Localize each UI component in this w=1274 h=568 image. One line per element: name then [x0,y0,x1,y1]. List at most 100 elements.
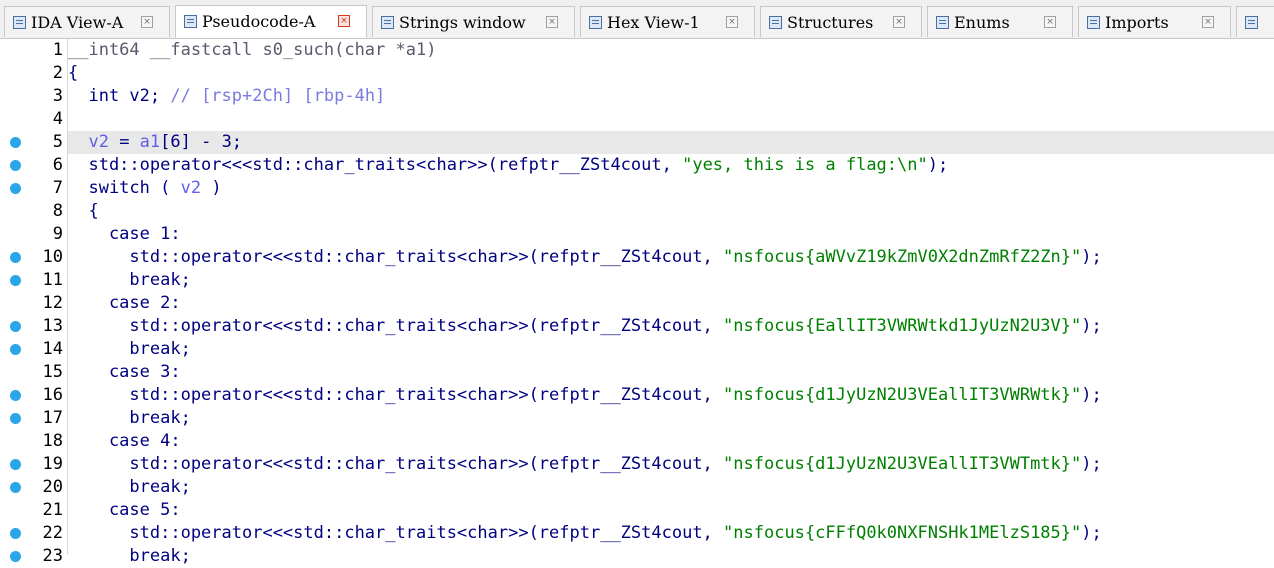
close-icon[interactable]: × [1202,16,1214,28]
code-token: "nsfocus{aWVvZ19kZmV0X2dnZmRfZ2Zn}" [723,247,1082,267]
tab-label: Strings window [399,12,526,32]
line-number: 16 [42,385,63,405]
code-text[interactable]: break; [68,338,191,361]
pseudocode-icon [184,15,197,28]
breakpoint-dot-icon[interactable] [10,275,21,286]
breakpoint-dot-icon[interactable] [10,413,21,424]
tab-enums[interactable]: Enums × [927,6,1073,37]
line-number: 3 [52,86,63,106]
code-line[interactable]: 9 case 1: [0,223,1274,246]
code-text[interactable]: std::operator<<<std::char_traits<char>>(… [68,453,1101,476]
code-line[interactable]: 2{ [0,62,1274,85]
strings-icon [381,15,394,29]
pseudocode-editor[interactable]: 1 __int64 __fastcall s0_such(char *a1) 2{3… [0,39,1274,566]
code-token: break; [68,339,191,359]
breakpoint-dot-icon[interactable] [10,321,21,332]
code-line[interactable]: 23 break; [0,545,1274,568]
close-icon[interactable]: × [726,16,738,28]
code-line[interactable]: 20 break; [0,476,1274,499]
close-icon[interactable]: × [893,16,905,28]
breakpoint-dot-icon[interactable] [10,137,21,148]
code-text[interactable]: int v2; // [rsp+2Ch] [rbp-4h] [68,85,385,108]
code-text[interactable]: std::operator<<<std::char_traits<char>>(… [68,384,1102,407]
code-text[interactable]: case 2: [68,292,181,315]
line-number: 11 [42,270,63,290]
code-line[interactable]: 14 break; [0,338,1274,361]
breakpoint-dot-icon[interactable] [10,459,21,470]
line-number: 19 [42,454,63,474]
tab-structures[interactable]: Structures × [760,6,922,37]
tab-hex-view-1[interactable]: Hex View-1 × [580,6,755,37]
tab-overflow[interactable] [1236,6,1274,37]
code-token: { [68,201,99,221]
code-token: std::operator<<<std::char_traits<char>>(… [68,523,724,543]
code-token: ); [1081,316,1102,336]
breakpoint-dot-icon[interactable] [10,482,21,493]
code-line[interactable]: 18 case 4: [0,430,1274,453]
code-text[interactable]: case 5: [68,499,181,522]
code-line[interactable]: 17 break; [0,407,1274,430]
code-text[interactable]: break; [68,476,190,499]
code-text[interactable]: case 3: [68,361,181,384]
code-text[interactable]: std::operator<<<std::char_traits<char>>(… [68,154,948,177]
enums-icon [936,15,949,29]
code-token: ); [1081,385,1102,405]
imports-icon [1087,15,1100,29]
code-token: break; [68,546,191,566]
code-line[interactable]: 10 std::operator<<<std::char_traits<char… [0,246,1274,269]
code-text[interactable]: std::operator<<<std::char_traits<char>>(… [68,522,1101,545]
close-icon[interactable]: × [141,16,153,28]
code-line[interactable]: 15 case 3: [0,361,1274,384]
breakpoint-dot-icon[interactable] [10,252,21,263]
code-token: case 1: [68,224,181,244]
line-number: 23 [42,546,63,566]
code-line[interactable]: 3 int v2; // [rsp+2Ch] [rbp-4h] [0,85,1274,108]
code-line[interactable]: 6 std::operator<<<std::char_traits<char>… [0,154,1274,177]
code-text[interactable]: break; [68,407,191,430]
breakpoint-dot-icon[interactable] [10,183,21,194]
line-number: 5 [52,132,63,152]
code-line[interactable]: 7 switch ( v2 ) [0,177,1274,200]
code-line[interactable]: 16 std::operator<<<std::char_traits<char… [0,384,1274,407]
close-icon[interactable]: × [1044,16,1056,28]
code-text[interactable]: v2 = a1[6] - 3; [68,131,242,154]
code-token: "nsfocus{d1JyUzN2U3VEallIT3VWRWtk}" [723,385,1082,405]
code-token: std::operator<<<std::char_traits<char>>(… [68,454,724,474]
code-line[interactable]: 22 std::operator<<<std::char_traits<char… [0,522,1274,545]
close-icon[interactable]: × [338,15,350,27]
tab-imports[interactable]: Imports × [1078,6,1231,37]
code-text[interactable]: break; [68,269,190,292]
breakpoint-dot-icon[interactable] [10,528,21,539]
code-line[interactable]: 8 { [0,200,1274,223]
line-number: 6 [52,155,63,175]
code-text[interactable]: __int64 __fastcall s0_such(char *a1) [68,39,436,62]
code-line[interactable]: 12 case 2: [0,292,1274,315]
breakpoint-dot-icon[interactable] [10,390,21,401]
breakpoint-dot-icon[interactable] [10,551,21,562]
code-line[interactable]: 1 __int64 __fastcall s0_such(char *a1) [0,39,1274,62]
code-line[interactable]: 5 v2 = a1[6] - 3; [0,131,1274,154]
tab-strings-window[interactable]: Strings window × [372,6,575,37]
code-line[interactable]: 21 case 5: [0,499,1274,522]
breakpoint-dot-icon[interactable] [10,344,21,355]
code-text[interactable]: { [68,62,78,85]
code-token: break; [68,408,191,428]
tab-label: Hex View-1 [607,12,700,32]
code-token: a1 [139,132,161,152]
code-text[interactable]: case 4: [68,430,181,453]
code-text[interactable]: switch ( v2 ) [68,177,221,200]
code-text[interactable]: case 1: [68,223,181,246]
code-text[interactable]: std::operator<<<std::char_traits<char>>(… [68,246,1101,269]
tab-ida-view-a[interactable]: IDA View-A × [4,6,170,37]
code-text[interactable]: std::operator<<<std::char_traits<char>>(… [68,315,1102,338]
tab-pseudocode-a[interactable]: Pseudocode-A × [175,5,367,38]
code-line[interactable]: 13 std::operator<<<std::char_traits<char… [0,315,1274,338]
breakpoint-dot-icon[interactable] [10,160,21,171]
code-text[interactable]: { [68,200,99,223]
close-icon[interactable]: × [546,16,558,28]
code-line[interactable]: 19 std::operator<<<std::char_traits<char… [0,453,1274,476]
code-token: case 5: [68,500,181,520]
code-text[interactable]: break; [68,545,191,568]
code-line[interactable]: 11 break; [0,269,1274,292]
code-line[interactable]: 4 [0,108,1274,131]
